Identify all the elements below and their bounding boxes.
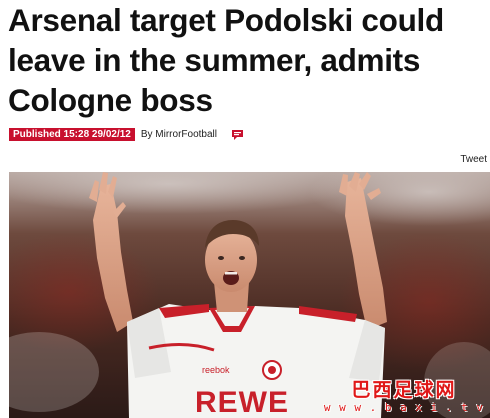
watermark-title: 巴西足球网 [351, 379, 457, 401]
headline-line: leave in the summer, admits [8, 42, 421, 78]
article-headline: Arsenal target Podolski could leave in t… [8, 0, 486, 120]
byline: By MirrorFootball [140, 128, 217, 140]
headline-line: Cologne boss [8, 82, 213, 118]
watermark: 巴西足球网 w w w . b a x i . t v [324, 379, 484, 414]
article-photo: reebok REWE 巴西足球网 w w w . b a x i . t v [9, 172, 490, 418]
tweet-button[interactable]: Tweet [460, 154, 487, 165]
published-badge: Published 15:28 29/02/12 [9, 127, 135, 141]
article-meta: Published 15:28 29/02/12 By MirrorFootba… [9, 127, 244, 141]
watermark-url: w w w . b a x i . t v [323, 401, 484, 414]
shirt-sponsor: REWE [195, 386, 289, 418]
headline-line: Arsenal target Podolski could [8, 2, 444, 38]
shirt-brand: reebok [202, 365, 230, 375]
comment-bubble-icon[interactable] [231, 128, 244, 140]
